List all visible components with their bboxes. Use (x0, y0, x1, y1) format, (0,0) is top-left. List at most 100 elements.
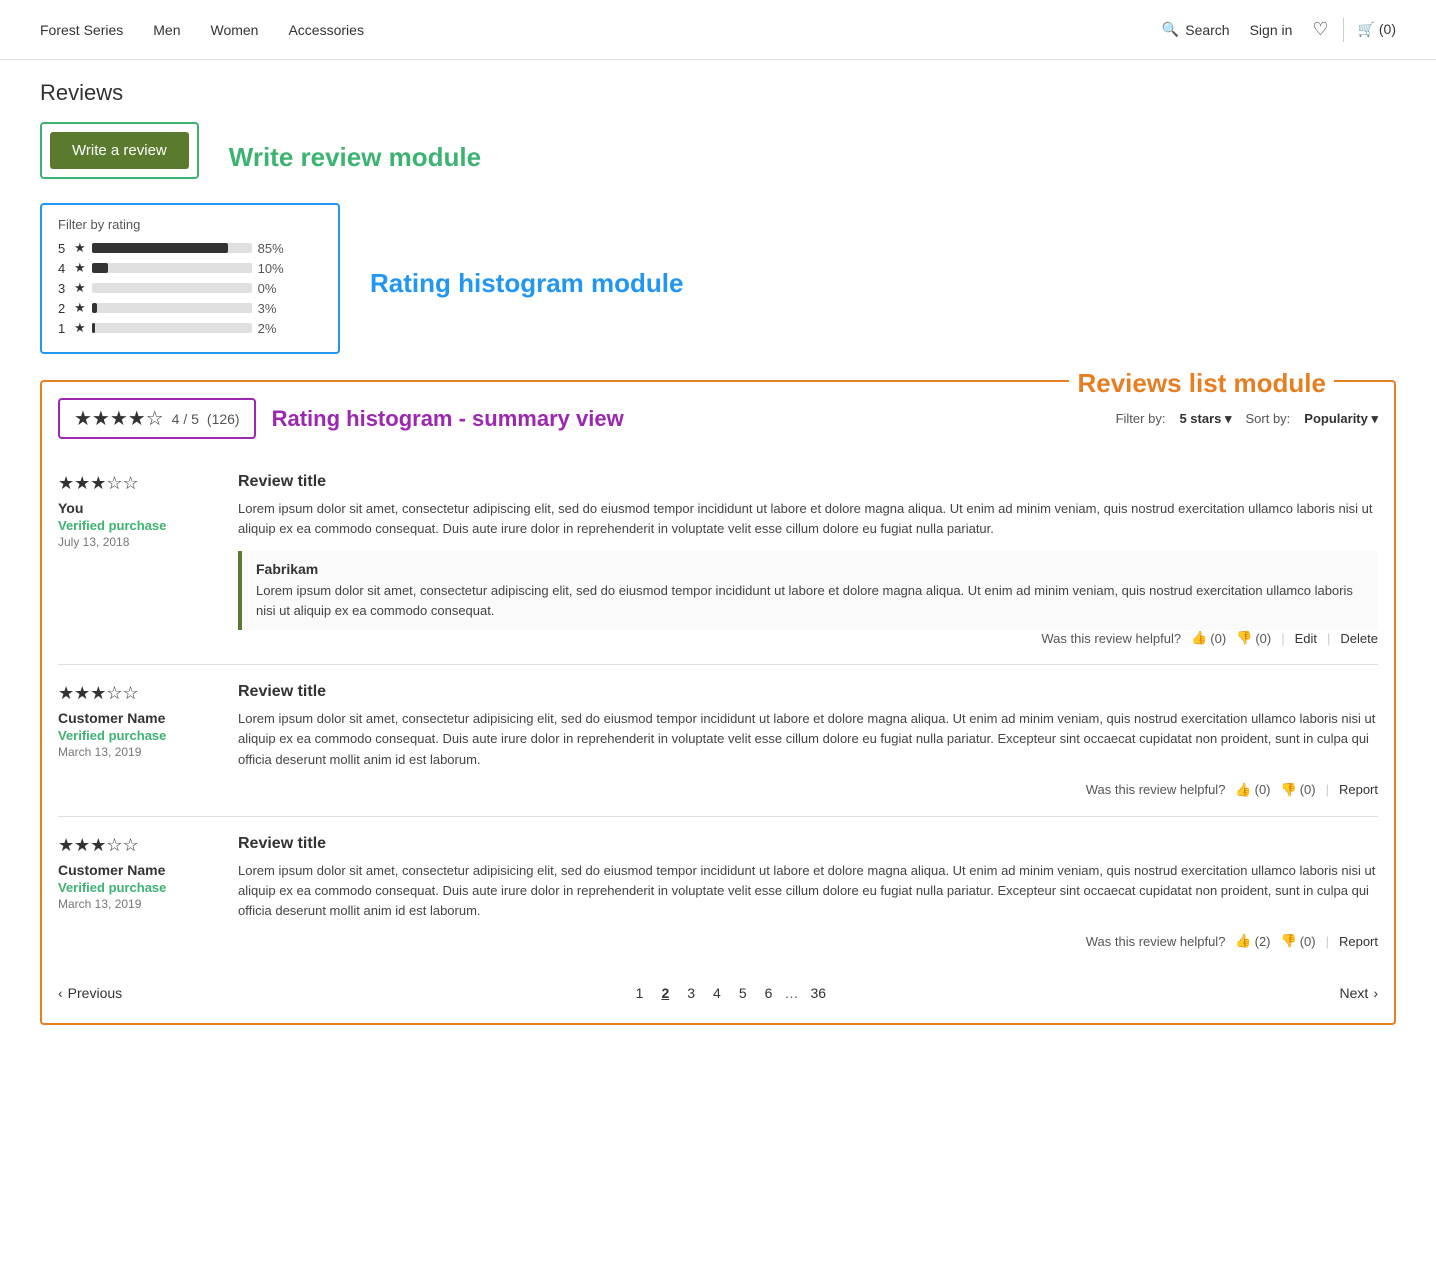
cart-icon[interactable]: 🛒 (0) (1358, 21, 1396, 38)
review-title: Review title (238, 473, 1378, 491)
prev-button[interactable]: ‹ Previous (58, 985, 122, 1001)
thumbs-up-button[interactable]: 👍 (2) (1235, 933, 1270, 949)
thumbs-down-button[interactable]: 👎 (0) (1281, 933, 1316, 949)
page-last[interactable]: 36 (804, 983, 832, 1003)
review-title: Review title (238, 835, 1378, 853)
report-button[interactable]: Report (1339, 934, 1378, 949)
thumbs-up-icon: 👍 (1235, 933, 1251, 949)
write-review-row: Write a review Write review module (40, 122, 1396, 193)
summary-controls: Filter by: 5 stars ▾ Sort by: Popularity… (1116, 411, 1378, 427)
search-label: Search (1185, 22, 1229, 38)
verified-badge: Verified purchase (58, 880, 218, 895)
histogram-row-3[interactable]: 3 ★ 0% (58, 280, 322, 296)
summary-count: (126) (207, 411, 240, 427)
helpful-label: Was this review helpful? (1086, 934, 1226, 949)
page-number-5[interactable]: 5 (733, 983, 753, 1003)
histogram-row-1[interactable]: 1 ★ 2% (58, 320, 322, 336)
review-right: Review title Lorem ipsum dolor sit amet,… (238, 835, 1378, 949)
page-number-1[interactable]: 1 (630, 983, 650, 1003)
nav-item-women[interactable]: Women (210, 22, 258, 38)
thumbs-down-count: (0) (1300, 934, 1316, 949)
nav-right: 🔍 Search Sign in ♡ 🛒 (0) (1162, 18, 1396, 42)
hist-star-icon: ★ (74, 320, 86, 336)
signin-button[interactable]: Sign in (1250, 22, 1293, 38)
edit-button[interactable]: Edit (1295, 631, 1317, 646)
filter-label: Filter by: (1116, 411, 1166, 426)
hist-bar-bg (92, 243, 252, 253)
thumbs-up-count: (0) (1210, 631, 1226, 646)
summary-row: ★★★★☆ 4 / 5 (126) Rating histogram - sum… (58, 398, 1378, 439)
nav-item-men[interactable]: Men (153, 22, 180, 38)
hist-bar-fill (92, 263, 108, 273)
review-actions: Was this review helpful? 👍 (0) 👎 (0) | E… (238, 630, 1378, 646)
thumbs-up-count: (0) (1255, 782, 1271, 797)
write-review-button[interactable]: Write a review (50, 132, 189, 169)
hist-bar-fill (92, 303, 97, 313)
review-stars: ★★★☆☆ (58, 473, 218, 494)
review-card: ★★★☆☆ Customer Name Verified purchase Ma… (58, 665, 1378, 816)
hist-bar-bg (92, 283, 252, 293)
thumbs-up-count: (2) (1255, 934, 1271, 949)
histogram-row-5[interactable]: 5 ★ 85% (58, 240, 322, 256)
sort-value[interactable]: Popularity ▾ (1304, 411, 1378, 427)
histogram-module: Filter by rating 5 ★ 85% 4 ★ 10% 3 ★ 0% … (40, 203, 340, 354)
hist-bar-bg (92, 323, 252, 333)
hist-pct: 0% (258, 281, 290, 296)
vendor-name: Fabrikam (256, 561, 1364, 577)
review-body: Lorem ipsum dolor sit amet, consectetur … (238, 709, 1378, 769)
next-label: Next (1340, 985, 1369, 1001)
hist-star-icon: ★ (74, 300, 86, 316)
hist-bar-fill (92, 243, 228, 253)
review-title: Review title (238, 683, 1378, 701)
pagination: ‹ Previous 123456 … 36 Next › (58, 967, 1378, 1007)
histogram-filter-label: Filter by rating (58, 217, 322, 232)
summary-rating-box: ★★★★☆ 4 / 5 (126) (58, 398, 256, 439)
nav-icons: ♡ 🛒 (0) (1312, 18, 1396, 42)
review-card: ★★★☆☆ You Verified purchase July 13, 201… (58, 455, 1378, 665)
review-date: July 13, 2018 (58, 535, 218, 549)
histogram-row-4[interactable]: 4 ★ 10% (58, 260, 322, 276)
hist-star-icon: ★ (74, 240, 86, 256)
page-numbers: 123456 … 36 (630, 983, 832, 1003)
filter-value[interactable]: 5 stars ▾ (1179, 411, 1231, 427)
write-review-module-label: Write review module (229, 142, 481, 173)
vendor-reply-body: Lorem ipsum dolor sit amet, consectetur … (256, 581, 1364, 620)
page-number-6[interactable]: 6 (759, 983, 779, 1003)
navigation: Forest Series Men Women Accessories 🔍 Se… (0, 0, 1436, 60)
review-right: Review title Lorem ipsum dolor sit amet,… (238, 683, 1378, 797)
thumbs-down-button[interactable]: 👎 (0) (1281, 782, 1316, 798)
page-ellipsis: … (784, 985, 798, 1001)
search-button[interactable]: 🔍 Search (1162, 21, 1230, 38)
review-actions: Was this review helpful? 👍 (0) 👎 (0) | R… (238, 782, 1378, 798)
reviews-list-module: Reviews list module ★★★★☆ 4 / 5 (126) Ra… (40, 380, 1396, 1025)
histogram-row-2[interactable]: 2 ★ 3% (58, 300, 322, 316)
thumbs-down-icon: 👎 (1281, 933, 1297, 949)
thumbs-up-button[interactable]: 👍 (0) (1235, 782, 1270, 798)
thumbs-up-icon: 👍 (1191, 630, 1207, 646)
delete-button[interactable]: Delete (1340, 631, 1378, 646)
summary-stars: ★★★★☆ (74, 406, 164, 431)
vendor-reply: Fabrikam Lorem ipsum dolor sit amet, con… (238, 551, 1378, 630)
wishlist-icon[interactable]: ♡ (1312, 19, 1328, 40)
prev-label: Previous (68, 985, 122, 1001)
nav-item-accessories[interactable]: Accessories (288, 22, 363, 38)
review-left: ★★★☆☆ You Verified purchase July 13, 201… (58, 473, 218, 646)
page-number-4[interactable]: 4 (707, 983, 727, 1003)
search-icon: 🔍 (1162, 21, 1179, 38)
report-button[interactable]: Report (1339, 782, 1378, 797)
histogram-row: Filter by rating 5 ★ 85% 4 ★ 10% 3 ★ 0% … (40, 203, 1396, 364)
page-number-2[interactable]: 2 (655, 983, 675, 1003)
next-button[interactable]: Next › (1340, 985, 1378, 1001)
thumbs-down-button[interactable]: 👎 (0) (1236, 630, 1271, 646)
nav-item-forest[interactable]: Forest Series (40, 22, 123, 38)
reviewer-name: Customer Name (58, 710, 218, 726)
nav-divider (1343, 18, 1344, 42)
summary-view-label: Rating histogram - summary view (272, 406, 624, 432)
hist-num: 3 (58, 281, 68, 296)
thumbs-up-icon: 👍 (1235, 782, 1251, 798)
hist-bar-bg (92, 263, 252, 273)
thumbs-up-button[interactable]: 👍 (0) (1191, 630, 1226, 646)
review-stars: ★★★☆☆ (58, 683, 218, 704)
page-number-3[interactable]: 3 (681, 983, 701, 1003)
histogram-bars: 5 ★ 85% 4 ★ 10% 3 ★ 0% 2 ★ 3% 1 ★ 2% (58, 240, 322, 336)
